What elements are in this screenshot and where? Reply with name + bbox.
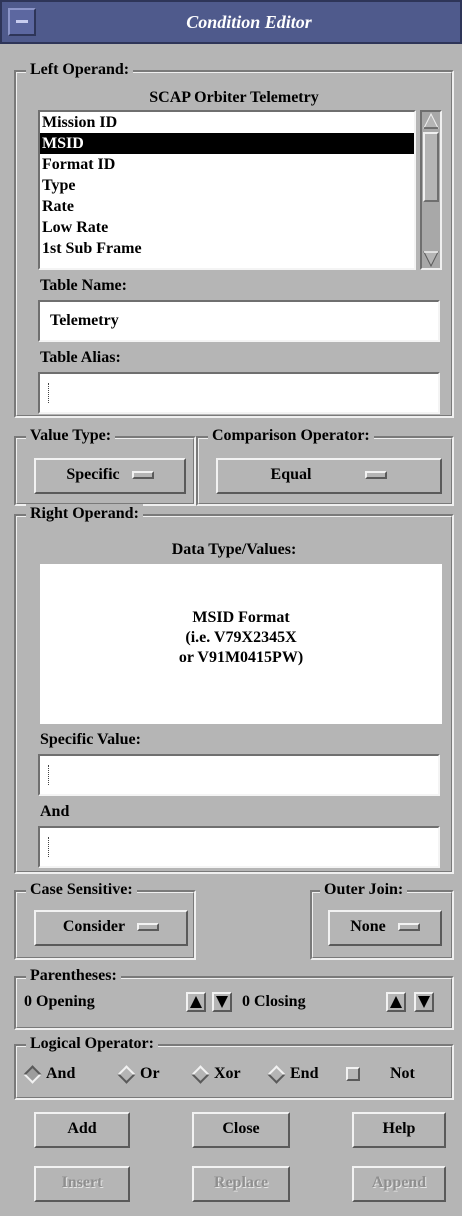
list-item-low-rate[interactable]: Low Rate (40, 217, 414, 238)
scroll-down-arrow-icon[interactable] (423, 251, 439, 267)
help-button-label: Help (382, 1120, 416, 1137)
closing-count: 0 Closing (242, 993, 306, 1010)
radio-xor-label: Xor (214, 1065, 241, 1082)
window-title: Condition Editor (186, 12, 312, 32)
list-item-mission-id[interactable]: Mission ID (40, 112, 414, 133)
specific-value-field[interactable] (38, 754, 440, 796)
scroll-up-arrow-icon[interactable] (423, 113, 439, 129)
left-operand-legend: Left Operand: (26, 60, 134, 80)
list-item-type[interactable]: Type (40, 175, 414, 196)
list-scrollbar[interactable] (420, 110, 442, 270)
value-type-selected: Specific (66, 466, 120, 483)
radio-unselected-icon (267, 1065, 286, 1084)
closing-increment-button[interactable] (386, 992, 406, 1012)
list-item-1st-sub-frame[interactable]: 1st Sub Frame (40, 238, 414, 259)
option-menu-indicator-icon (137, 923, 160, 932)
data-type-values-label: Data Type/Values: (171, 541, 297, 558)
radio-selected-icon (23, 1065, 42, 1084)
radio-and[interactable]: And (23, 1064, 104, 1084)
not-checkbox-label: Not (390, 1065, 415, 1082)
radio-xor[interactable]: Xor (191, 1064, 262, 1084)
list-item-msid[interactable]: MSID (40, 133, 414, 154)
text-cursor (48, 837, 50, 857)
close-button-label: Close (222, 1120, 260, 1137)
telemetry-field-list[interactable]: Mission ID MSID Format ID Type Rate Low … (38, 110, 416, 270)
table-name-value: Telemetry (50, 312, 119, 329)
comparison-operator-option-menu[interactable]: Equal (216, 458, 442, 494)
replace-button-label: Replace (213, 1174, 269, 1191)
list-item-format-id[interactable]: Format ID (40, 154, 414, 175)
outer-join-option-menu[interactable]: None (328, 910, 442, 946)
comparison-operator-legend: Comparison Operator: (208, 426, 374, 446)
parentheses-legend: Parentheses: (26, 966, 121, 986)
and-label: And (40, 803, 70, 820)
replace-button[interactable]: Replace (192, 1166, 290, 1202)
arrow-down-icon (216, 996, 228, 1008)
radio-end[interactable]: End (267, 1064, 338, 1084)
case-sensitive-legend: Case Sensitive: (26, 880, 137, 900)
radio-or[interactable]: Or (117, 1064, 178, 1084)
opening-increment-button[interactable] (186, 992, 206, 1012)
data-type-values-panel: MSID Format (i.e. V79X2345X or V91M0415P… (40, 564, 442, 724)
table-name-field[interactable]: Telemetry (38, 300, 440, 342)
add-button-label: Add (67, 1120, 97, 1137)
value-type-option-menu[interactable]: Specific (34, 458, 186, 494)
opening-decrement-button[interactable] (212, 992, 232, 1012)
text-cursor (48, 765, 50, 785)
opening-count: 0 Opening (24, 993, 95, 1010)
outer-join-selected: None (350, 918, 386, 935)
help-button[interactable]: Help (352, 1112, 446, 1148)
radio-unselected-icon (117, 1065, 136, 1084)
case-sensitive-selected: Consider (62, 918, 126, 935)
list-title: SCAP Orbiter Telemetry (149, 89, 319, 106)
list-item-rate[interactable]: Rate (40, 196, 414, 217)
option-menu-indicator-icon (397, 923, 420, 932)
radio-end-label: End (290, 1065, 319, 1082)
append-button[interactable]: Append (352, 1166, 446, 1202)
table-alias-field[interactable] (38, 372, 440, 414)
insert-button-label: Insert (61, 1174, 103, 1191)
arrow-down-icon (418, 996, 430, 1008)
logical-operator-legend: Logical Operator: (26, 1034, 158, 1054)
table-name-label: Table Name: (40, 277, 127, 294)
checkbox-unchecked-icon (346, 1067, 360, 1081)
closing-decrement-button[interactable] (414, 992, 434, 1012)
and-value-field[interactable] (38, 826, 440, 868)
not-checkbox[interactable]: Not (344, 1064, 444, 1084)
format-line-1: MSID Format (192, 609, 290, 626)
arrow-up-icon (190, 996, 202, 1008)
table-alias-label: Table Alias: (40, 349, 121, 366)
outer-join-legend: Outer Join: (320, 880, 408, 900)
specific-value-label: Specific Value: (40, 731, 141, 748)
window-menu-button[interactable] (8, 8, 36, 36)
comparison-operator-selected: Equal (270, 466, 312, 483)
text-cursor (48, 383, 50, 403)
format-line-3: or V91M0415PW) (178, 649, 304, 666)
radio-and-label: And (46, 1065, 76, 1082)
scroll-thumb[interactable] (423, 132, 439, 202)
radio-unselected-icon (191, 1065, 210, 1084)
insert-button[interactable]: Insert (34, 1166, 130, 1202)
option-menu-indicator-icon (365, 471, 388, 480)
close-button[interactable]: Close (192, 1112, 290, 1148)
right-operand-legend: Right Operand: (26, 504, 143, 524)
value-type-legend: Value Type: (26, 426, 116, 446)
format-line-2: (i.e. V79X2345X (185, 629, 297, 646)
arrow-up-icon (390, 996, 402, 1008)
case-sensitive-option-menu[interactable]: Consider (34, 910, 188, 946)
append-button-label: Append (371, 1174, 427, 1191)
add-button[interactable]: Add (34, 1112, 130, 1148)
option-menu-indicator-icon (131, 471, 154, 480)
radio-or-label: Or (140, 1065, 160, 1082)
